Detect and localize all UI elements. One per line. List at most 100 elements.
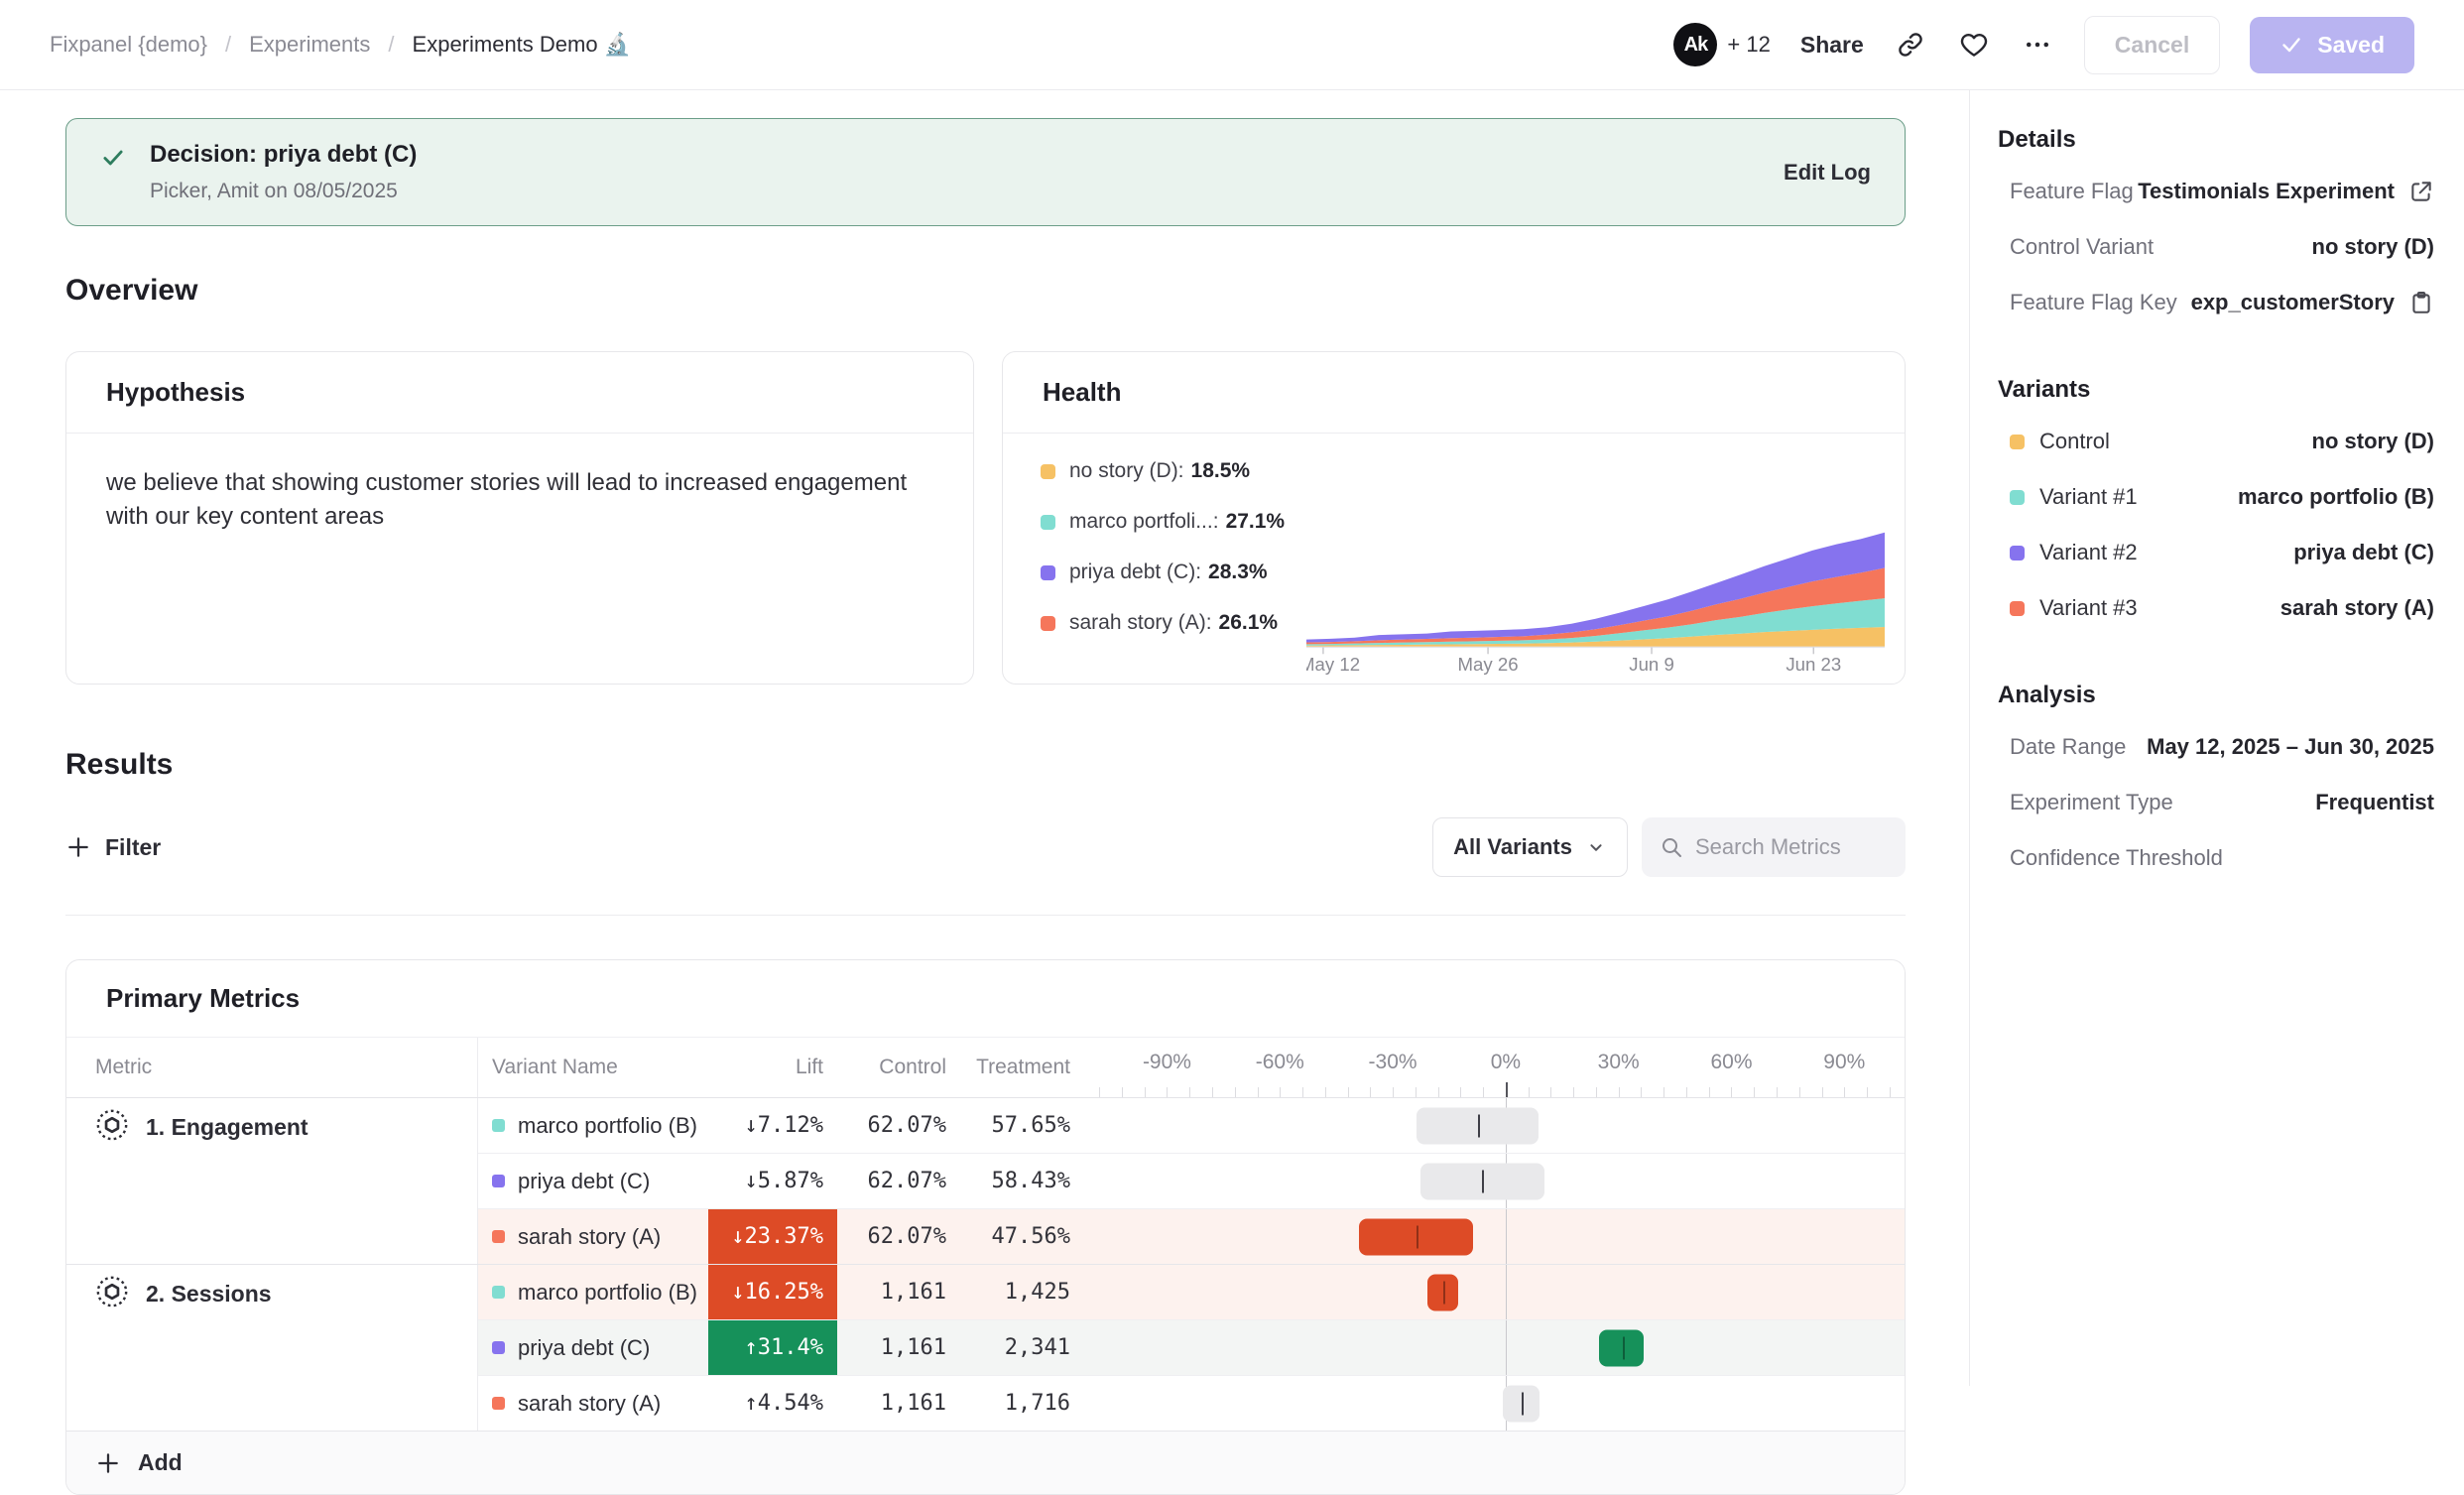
variant-color-swatch — [492, 1175, 505, 1187]
decision-banner: Decision: priya debt (C) Picker, Amit on… — [65, 118, 1906, 226]
ci-axis-ruler — [1084, 1082, 1905, 1097]
treatment-value: 47.56% — [960, 1209, 1084, 1264]
ci-minor-tick — [1460, 1087, 1461, 1097]
sidebar-section-analysis: AnalysisDate RangeMay 12, 2025 – Jun 30,… — [1998, 682, 2434, 886]
variant-name: sarah story (A) — [518, 1224, 661, 1250]
ci-axis-label: -30% — [1369, 1051, 1417, 1074]
zero-baseline — [1506, 1209, 1507, 1264]
sidebar-row-confidence-threshold: Confidence Threshold — [1998, 830, 2434, 886]
variant-cell: marco portfolio (B) — [478, 1265, 708, 1319]
ci-minor-tick — [1099, 1087, 1100, 1097]
avatar-overflow-count[interactable]: + 12 — [1727, 32, 1770, 58]
decision-subtitle: Picker, Amit on 08/05/2025 — [150, 180, 417, 203]
column-header-variant: Variant Name — [478, 1038, 708, 1097]
table-row[interactable]: marco portfolio (B)↓7.12%62.07%57.65% — [478, 1098, 1905, 1153]
breadcrumb-project[interactable]: Fixpanel {demo} — [50, 32, 207, 58]
treatment-value: 2,341 — [960, 1320, 1084, 1375]
lift-value: ↓16.25% — [708, 1265, 837, 1319]
ci-axis-label: 60% — [1710, 1051, 1752, 1074]
favorite-heart-icon[interactable] — [1957, 28, 1991, 62]
sidebar-row-value: no story (D) — [2312, 234, 2434, 260]
table-row[interactable]: marco portfolio (B)↓16.25%1,1611,425 — [478, 1265, 1905, 1319]
metric-icon — [95, 1108, 129, 1142]
variant-color-swatch — [492, 1230, 505, 1243]
add-filter-button[interactable]: Filter — [65, 834, 161, 861]
ci-minor-tick — [1550, 1087, 1551, 1097]
variants-dropdown[interactable]: All Variants — [1432, 817, 1628, 877]
collaborator-avatars[interactable]: Ak + 12 — [1673, 23, 1770, 66]
ci-axis-label: 30% — [1598, 1051, 1640, 1074]
more-options-icon[interactable] — [2021, 28, 2054, 62]
ci-minor-tick — [1167, 1087, 1168, 1097]
ci-minor-tick — [1280, 1087, 1281, 1097]
ci-minor-tick — [1416, 1087, 1417, 1097]
sidebar-value-text: Frequentist — [2315, 790, 2434, 815]
primary-metrics-card: Primary Metrics Metric Variant Name Lift… — [65, 959, 1906, 1495]
filter-button-label: Filter — [105, 834, 161, 861]
lift-value: ↓7.12% — [708, 1098, 837, 1153]
health-stacked-area-chart: May 12May 26Jun 9Jun 23 — [1306, 523, 1885, 675]
lift-value: ↑4.54% — [708, 1376, 837, 1431]
search-metrics-input[interactable] — [1695, 817, 1888, 877]
table-row[interactable]: sarah story (A)↑4.54%1,1611,716 — [478, 1375, 1905, 1431]
variant-color-swatch — [492, 1119, 505, 1132]
cancel-button[interactable]: Cancel — [2084, 16, 2220, 74]
ci-minor-tick — [1325, 1087, 1326, 1097]
variants-dropdown-label: All Variants — [1453, 834, 1572, 860]
variant-color-swatch — [2010, 546, 2025, 561]
sidebar-row-label: Control Variant — [2010, 234, 2154, 260]
sidebar-section-title: Analysis — [1998, 682, 2434, 709]
saved-button[interactable]: Saved — [2250, 17, 2414, 73]
ci-axis-label: 0% — [1491, 1051, 1521, 1074]
add-metric-button[interactable]: Add — [66, 1431, 1905, 1494]
confidence-interval-median-tick — [1522, 1392, 1524, 1415]
sidebar-value-text: no story (D) — [2312, 429, 2434, 454]
variant-label: Variant #3 — [2010, 595, 2138, 621]
confidence-interval-cell — [1084, 1265, 1905, 1319]
table-row[interactable]: priya debt (C)↑31.4%1,1612,341 — [478, 1319, 1905, 1375]
table-row[interactable]: priya debt (C)↓5.87%62.07%58.43% — [478, 1153, 1905, 1208]
primary-metrics-body: 1. Engagementmarco portfolio (B)↓7.12%62… — [66, 1098, 1905, 1431]
avatar[interactable]: Ak — [1673, 23, 1717, 66]
sidebar-row-value: no story (D) — [2312, 429, 2434, 454]
variant-slot-label: Variant #1 — [2039, 484, 2138, 510]
control-value: 62.07% — [837, 1209, 960, 1264]
ci-minor-tick — [1799, 1087, 1800, 1097]
sidebar-value-text: Testimonials Experiment — [2138, 179, 2395, 204]
external-link-icon[interactable] — [2408, 179, 2434, 204]
metric-name: 1. Engagement — [146, 1114, 308, 1141]
clipboard-icon[interactable] — [2408, 290, 2434, 315]
ci-axis: -90%-60%-30%0%30%60%90% — [1084, 1038, 1905, 1097]
sidebar-value-text: exp_customerStory — [2191, 290, 2395, 315]
ci-minor-tick — [1709, 1087, 1710, 1097]
legend-item: priya debt (C):28.3% — [1041, 561, 1306, 584]
primary-metrics-title: Primary Metrics — [66, 960, 1905, 1038]
variant-name: sarah story (A) — [518, 1391, 661, 1417]
svg-text:Jun 23: Jun 23 — [1786, 654, 1841, 675]
breadcrumb-separator: / — [388, 32, 394, 58]
treatment-value: 1,425 — [960, 1265, 1084, 1319]
table-row[interactable]: sarah story (A)↓23.37%62.07%47.56% — [478, 1208, 1905, 1264]
breadcrumb-experiments[interactable]: Experiments — [249, 32, 370, 58]
metric-group: 2. Sessionsmarco portfolio (B)↓16.25%1,1… — [66, 1264, 1905, 1431]
ci-minor-tick — [1641, 1087, 1642, 1097]
variant-slot-label: Variant #3 — [2039, 595, 2138, 621]
lift-value: ↑31.4% — [708, 1320, 837, 1375]
edit-log-button[interactable]: Edit Log — [1784, 160, 1871, 186]
metric-cell[interactable]: 1. Engagement — [66, 1098, 478, 1264]
sidebar-row-feature-flag: Feature FlagTestimonials Experiment — [1998, 164, 2434, 219]
legend-item: marco portfoli...:27.1% — [1041, 510, 1306, 534]
legend-label: sarah story (A): — [1069, 611, 1212, 635]
zero-baseline — [1506, 1320, 1507, 1375]
copy-link-icon[interactable] — [1894, 28, 1927, 62]
legend-item: no story (D):18.5% — [1041, 459, 1306, 483]
svg-text:Jun 9: Jun 9 — [1629, 654, 1674, 675]
top-actions: Ak + 12 Share Cancel Saved — [1673, 16, 2414, 74]
variant-cell: sarah story (A) — [478, 1209, 708, 1264]
control-value: 1,161 — [837, 1320, 960, 1375]
legend-value: 28.3% — [1208, 561, 1268, 584]
column-header-lift: Lift — [708, 1038, 837, 1097]
share-button[interactable]: Share — [1800, 32, 1864, 59]
metric-cell[interactable]: 2. Sessions — [66, 1265, 478, 1431]
ci-minor-tick — [1258, 1087, 1259, 1097]
